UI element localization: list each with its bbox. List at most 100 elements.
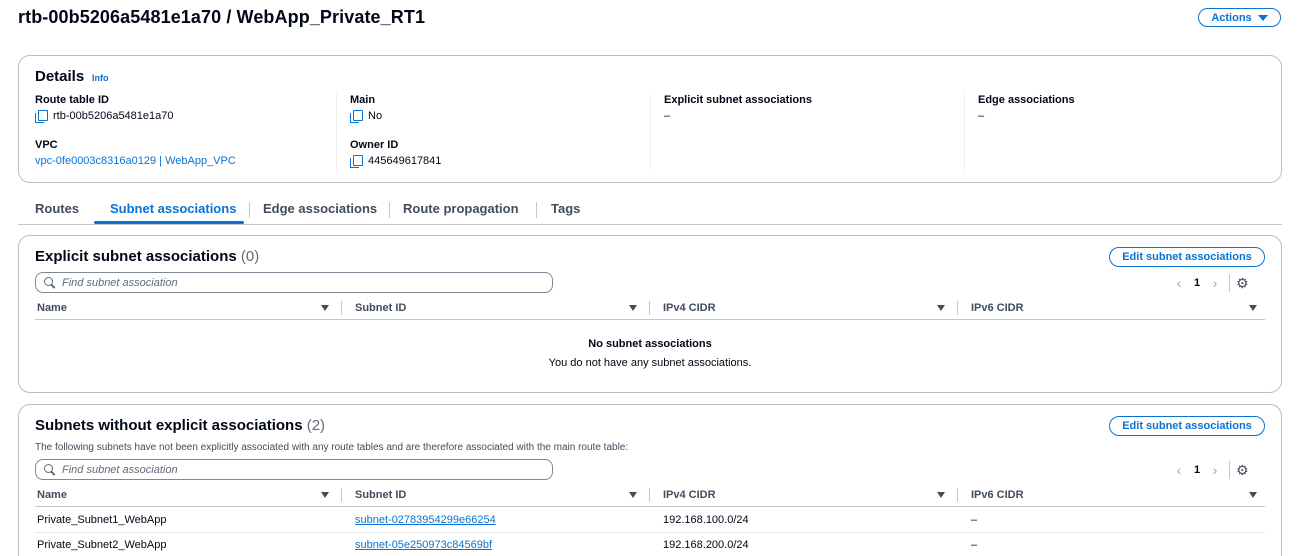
explicit-associations-panel: Explicit subnet associations (0) Edit su… — [18, 235, 1282, 393]
sort-icon[interactable] — [629, 492, 637, 498]
tab-routes[interactable]: Routes — [35, 201, 79, 216]
page-title: rtb-00b5206a5481e1a70 / WebApp_Private_R… — [18, 7, 426, 27]
search-field[interactable] — [35, 272, 553, 293]
column-separator[interactable] — [341, 301, 342, 315]
column-header-subnet-id[interactable]: Subnet ID — [355, 489, 406, 501]
tab-separator — [249, 202, 250, 218]
column-separator[interactable] — [341, 488, 342, 502]
edit-subnet-associations-button[interactable]: Edit subnet associations — [1109, 416, 1265, 436]
search-icon — [44, 464, 55, 475]
edge-associations-value: – — [978, 110, 985, 122]
section-count: (2) — [306, 417, 326, 434]
sort-icon[interactable] — [1249, 492, 1257, 498]
subnet-id-link[interactable]: subnet-02783954299e66254 — [355, 514, 496, 526]
pagination: ‹ 1 › ⚙ — [1169, 273, 1249, 293]
main-label: Main — [350, 94, 376, 106]
cell-name: Private_Subnet1_WebApp — [37, 514, 167, 526]
page-number[interactable]: 1 — [1189, 464, 1205, 476]
column-header-ipv6-cidr[interactable]: IPv6 CIDR — [971, 489, 1024, 501]
cell-ipv4-cidr: 192.168.200.0/24 — [663, 539, 749, 551]
tab-tags[interactable]: Tags — [551, 201, 580, 216]
caret-down-icon — [1257, 14, 1268, 21]
edit-subnet-associations-button[interactable]: Edit subnet associations — [1109, 247, 1265, 267]
empty-state: No subnet associations You do not have a… — [35, 338, 1265, 369]
sort-icon[interactable] — [629, 305, 637, 311]
cell-name: Private_Subnet2_WebApp — [37, 539, 167, 551]
owner-id-value: 445649617841 — [368, 155, 442, 167]
details-panel: Details Info Route table ID rtb-00b5206a… — [18, 55, 1282, 183]
vpc-label: VPC — [35, 139, 58, 151]
sort-icon[interactable] — [937, 492, 945, 498]
section-title-text: Explicit subnet associations — [35, 248, 237, 265]
copy-icon[interactable] — [350, 155, 363, 168]
section-count: (0) — [240, 248, 260, 265]
pager-separator — [1229, 461, 1230, 479]
tab-edge-associations[interactable]: Edge associations — [263, 201, 377, 216]
gear-icon[interactable]: ⚙ — [1236, 462, 1249, 479]
subnet-id-link[interactable]: subnet-05e250973c84569bf — [355, 539, 492, 551]
column-header-subnet-id[interactable]: Subnet ID — [355, 302, 406, 314]
column-header-ipv6-cidr[interactable]: IPv6 CIDR — [971, 302, 1024, 314]
implicit-associations-panel: Subnets without explicit associations (2… — [18, 404, 1282, 556]
column-separator[interactable] — [957, 488, 958, 502]
column-header-name[interactable]: Name — [37, 302, 67, 314]
explicit-associations-label: Explicit subnet associations — [664, 94, 812, 106]
divider — [650, 94, 651, 170]
page-number[interactable]: 1 — [1189, 277, 1205, 289]
cell-ipv6-cidr: – — [971, 514, 978, 526]
explicit-associations-value: – — [664, 110, 671, 122]
details-column-1: Route table ID rtb-00b5206a5481e1a70 VPC… — [35, 94, 236, 167]
tab-separator — [389, 202, 390, 218]
column-separator[interactable] — [957, 301, 958, 315]
actions-label: Actions — [1211, 11, 1252, 24]
sort-icon[interactable] — [321, 305, 329, 311]
gear-icon[interactable]: ⚙ — [1236, 275, 1249, 292]
actions-button[interactable]: Actions — [1198, 8, 1281, 27]
search-input[interactable] — [62, 276, 522, 289]
copy-icon[interactable] — [350, 110, 363, 123]
empty-title: No subnet associations — [588, 338, 712, 350]
copy-icon[interactable] — [35, 110, 48, 123]
details-column-3: Explicit subnet associations – — [664, 94, 812, 122]
table-row: Private_Subnet2_WebApp subnet-05e250973c… — [35, 533, 1265, 556]
divider — [336, 94, 337, 170]
column-header-name[interactable]: Name — [37, 489, 67, 501]
tab-route-propagation[interactable]: Route propagation — [403, 201, 519, 216]
tab-bar: Routes Subnet associations Edge associat… — [18, 197, 1282, 225]
owner-id-label: Owner ID — [350, 139, 399, 151]
search-input[interactable] — [62, 463, 522, 476]
pagination: ‹ 1 › ⚙ — [1169, 460, 1249, 480]
vpc-link[interactable]: vpc-0fe0003c8316a0129 | WebApp_VPC — [35, 155, 236, 167]
column-header-ipv4-cidr[interactable]: IPv4 CIDR — [663, 302, 716, 314]
chevron-left-icon[interactable]: ‹ — [1169, 275, 1189, 291]
tab-subnet-associations[interactable]: Subnet associations — [110, 201, 236, 216]
cell-ipv6-cidr: – — [971, 539, 978, 551]
edge-associations-label: Edge associations — [978, 94, 1075, 106]
active-tab-indicator — [94, 221, 244, 224]
details-heading: Details — [35, 68, 85, 85]
sort-icon[interactable] — [321, 492, 329, 498]
column-separator[interactable] — [649, 301, 650, 315]
search-icon — [44, 277, 55, 288]
details-column-4: Edge associations – — [978, 94, 1075, 122]
sort-icon[interactable] — [1249, 305, 1257, 311]
section-description: The following subnets have not been expl… — [35, 442, 629, 453]
column-separator[interactable] — [649, 488, 650, 502]
section-title: Subnets without explicit associations (2… — [35, 417, 325, 434]
info-link[interactable]: Info — [92, 73, 109, 83]
sort-icon[interactable] — [937, 305, 945, 311]
chevron-right-icon[interactable]: › — [1205, 462, 1225, 478]
chevron-left-icon[interactable]: ‹ — [1169, 462, 1189, 478]
chevron-right-icon[interactable]: › — [1205, 275, 1225, 291]
tab-separator — [536, 202, 537, 218]
table-header: Name Subnet ID IPv4 CIDR IPv6 CIDR — [35, 296, 1265, 320]
main-value: No — [368, 110, 383, 122]
search-field[interactable] — [35, 459, 553, 480]
divider — [964, 94, 965, 170]
section-title-text: Subnets without explicit associations — [35, 417, 303, 434]
column-header-ipv4-cidr[interactable]: IPv4 CIDR — [663, 489, 716, 501]
empty-message: You do not have any subnet associations. — [548, 357, 752, 369]
table-row: Private_Subnet1_WebApp subnet-0278395429… — [35, 508, 1265, 533]
details-column-2: Main No Owner ID 445649617841 — [350, 94, 442, 168]
cell-ipv4-cidr: 192.168.100.0/24 — [663, 514, 749, 526]
